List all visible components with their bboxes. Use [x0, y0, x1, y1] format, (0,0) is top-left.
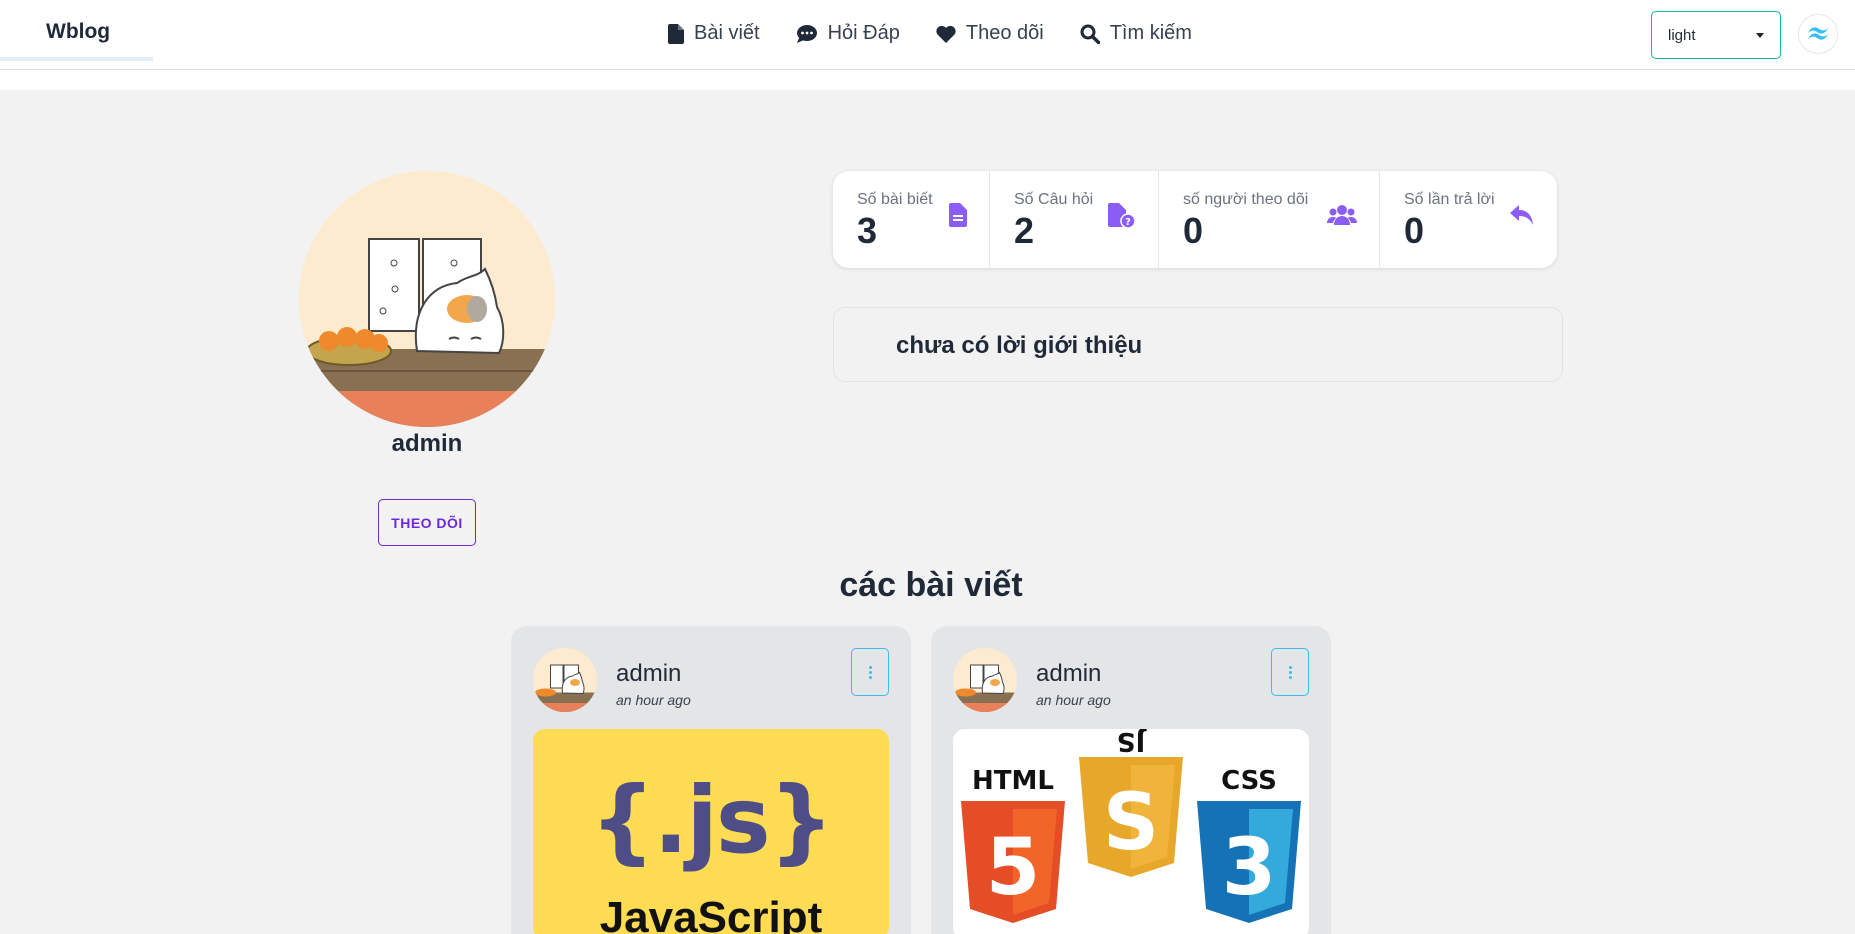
kebab-dot	[1288, 665, 1292, 669]
post-card[interactable]: admin an hour ago HTML 5 JS S CSS 3	[931, 626, 1331, 934]
nav-search[interactable]: Tìm kiếm	[1080, 22, 1192, 45]
html5-digit: 5	[986, 823, 1040, 913]
js-label: JS	[1117, 729, 1147, 756]
post-time: an hour ago	[616, 692, 691, 708]
stats-card: Số bài biết 3 Số Câu hỏi 2 ? số người th…	[833, 171, 1557, 268]
avatar[interactable]	[953, 648, 1017, 712]
user-menu-avatar[interactable]	[1798, 14, 1838, 54]
users-icon	[1327, 205, 1357, 225]
top-navbar: Wblog Bài viết Hỏi Đáp Theo dõi Tìm kiếm…	[0, 0, 1855, 70]
post-image-javascript[interactable]: {.js} JavaScript	[533, 729, 889, 934]
posts-section-title: các bài viết	[839, 566, 1023, 604]
post-image-html-js-css[interactable]: HTML 5 JS S CSS 3	[953, 729, 1309, 934]
nav-posts[interactable]: Bài viết	[668, 22, 760, 45]
stat-posts: Số bài biết 3	[833, 171, 990, 268]
html-label: HTML	[972, 766, 1054, 796]
avatar[interactable]	[533, 648, 597, 712]
nav-qa-label: Hỏi Đáp	[827, 22, 900, 44]
nav-qa[interactable]: Hỏi Đáp	[796, 22, 900, 45]
file-text-icon	[949, 203, 967, 227]
js-digit: S	[1103, 778, 1159, 868]
profile-name: admin	[391, 430, 463, 457]
post-menu-button[interactable]	[1271, 648, 1309, 696]
kebab-dot	[868, 665, 872, 669]
nav-following[interactable]: Theo dõi	[936, 22, 1044, 45]
caret-down-icon	[1756, 32, 1764, 38]
file-icon	[668, 23, 684, 44]
nav-posts-label: Bài viết	[694, 22, 760, 44]
html-js-css-logos: HTML 5 JS S CSS 3	[961, 729, 1301, 923]
theme-select-value: light	[1668, 26, 1696, 44]
stat-replies: Số lần trả lời 0	[1380, 171, 1557, 268]
kebab-dot	[868, 675, 872, 679]
search-icon	[1080, 24, 1100, 44]
tailwind-logo-icon	[1808, 27, 1828, 40]
main-nav: Bài viết Hỏi Đáp Theo dõi Tìm kiếm	[668, 22, 1228, 45]
cat-illustration	[299, 171, 555, 427]
file-question-icon: ?	[1108, 203, 1136, 229]
follow-button[interactable]: THEO DÕI	[378, 499, 476, 546]
nav-following-label: Theo dõi	[965, 22, 1044, 44]
nav-search-label: Tìm kiếm	[1109, 22, 1192, 44]
css-label: CSS	[1221, 766, 1277, 796]
kebab-dot	[1288, 675, 1292, 679]
profile-intro: chưa có lời giới thiệu	[833, 307, 1563, 382]
subheader-strip	[0, 70, 1855, 90]
stat-followers: số người theo dõi 0	[1159, 171, 1380, 268]
js-logo-caption: JavaScript	[599, 893, 823, 934]
js-logo-text: {.js}	[589, 767, 834, 874]
profile-avatar	[299, 171, 555, 427]
post-time: an hour ago	[1036, 692, 1111, 708]
post-menu-button[interactable]	[851, 648, 889, 696]
brand-underline	[0, 57, 153, 61]
svg-text:?: ?	[1125, 217, 1131, 228]
post-author[interactable]: admin	[1036, 660, 1101, 688]
kebab-dot	[868, 670, 872, 674]
chat-icon	[796, 24, 817, 43]
reply-icon	[1510, 205, 1533, 225]
kebab-dot	[1288, 670, 1292, 674]
theme-select[interactable]: light	[1651, 11, 1781, 59]
post-card[interactable]: admin an hour ago {.js} JavaScript	[511, 626, 911, 934]
css3-digit: 3	[1222, 823, 1276, 913]
stat-questions: Số Câu hỏi 2 ?	[990, 171, 1159, 268]
heart-icon	[936, 25, 956, 43]
cat-illustration	[533, 648, 597, 712]
brand-logo[interactable]: Wblog	[46, 20, 110, 44]
cat-illustration	[953, 648, 1017, 712]
post-author[interactable]: admin	[616, 660, 681, 688]
